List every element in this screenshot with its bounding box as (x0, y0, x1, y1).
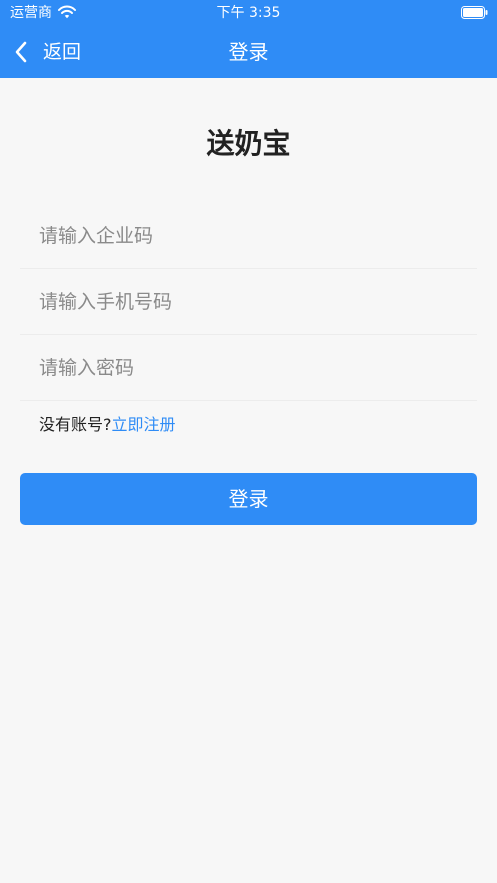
phone-field (20, 269, 477, 335)
company-code-field (20, 203, 477, 269)
nav-bar: 返回 登录 (0, 26, 497, 78)
register-prompt: 没有账号?立即注册 (39, 414, 176, 436)
status-bar: 运营商 下午 3:35 (0, 0, 497, 26)
header: 运营商 下午 3:35 返回 登录 (0, 0, 497, 78)
status-time: 下午 3:35 (216, 5, 281, 21)
password-field (20, 335, 477, 401)
page-title: 登录 (228, 40, 269, 64)
company-code-input[interactable] (20, 203, 477, 268)
register-link[interactable]: 立即注册 (112, 415, 176, 434)
battery-icon (461, 6, 488, 19)
password-input[interactable] (20, 335, 477, 400)
login-button[interactable]: 登录 (20, 473, 477, 525)
register-prompt-text: 没有账号? (39, 415, 112, 434)
phone-input[interactable] (20, 269, 477, 334)
app-title: 送奶宝 (206, 127, 291, 160)
